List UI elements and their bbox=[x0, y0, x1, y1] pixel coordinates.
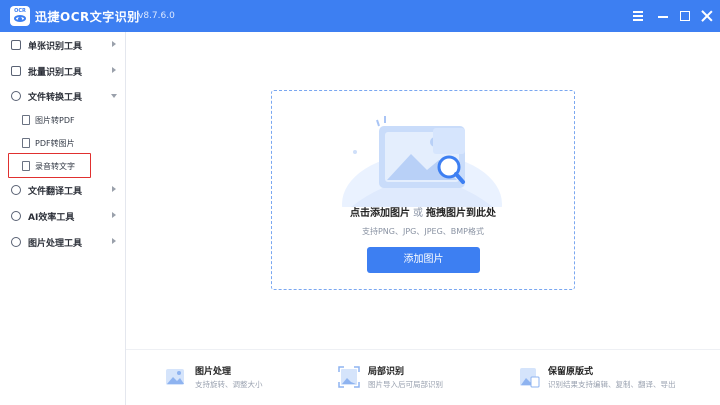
sidebar-subitem-label: PDF转图片 bbox=[35, 139, 75, 148]
chevron-right-icon bbox=[112, 186, 116, 192]
highlight-annotation-box bbox=[8, 153, 91, 178]
sidebar-item-image-process[interactable]: 图片处理工具 bbox=[0, 230, 125, 254]
sidebar-item-file-translate[interactable]: 文件翻译工具 bbox=[0, 178, 125, 202]
translate-icon bbox=[11, 185, 21, 195]
sidebar-item-label: 单张识别工具 bbox=[28, 42, 83, 52]
sidebar-subitem-image-to-pdf[interactable]: 图片转PDF bbox=[0, 109, 125, 131]
image-edit-icon bbox=[166, 369, 184, 385]
drag-drop-text: 拖拽图片到此处 bbox=[426, 208, 496, 219]
sidebar-item-batch-recognition[interactable]: 批量识别工具 bbox=[0, 59, 125, 83]
feature-desc: 图片导入后可局部识别 bbox=[368, 380, 443, 389]
feature-desc: 支持旋转、调整大小 bbox=[195, 380, 263, 389]
sidebar-item-file-convert[interactable]: 文件转换工具 bbox=[0, 84, 125, 108]
feature-title: 保留原版式 bbox=[548, 367, 594, 377]
sidebar-item-label: 文件翻译工具 bbox=[28, 187, 83, 197]
close-icon[interactable] bbox=[700, 9, 714, 23]
feature-title: 局部识别 bbox=[368, 367, 405, 377]
chevron-right-icon bbox=[112, 238, 116, 244]
supported-formats: 支持PNG、JPG、JPEG、BMP格式 bbox=[361, 227, 485, 236]
upload-illustration-icon bbox=[342, 116, 502, 207]
sidebar-item-label: 图片处理工具 bbox=[28, 239, 83, 249]
sidebar-item-single-recognition[interactable]: 单张识别工具 bbox=[0, 33, 125, 57]
feature-desc: 识别结果支持编辑、复制、翻译、导出 bbox=[548, 380, 676, 389]
image-process-icon bbox=[11, 237, 21, 247]
chevron-right-icon bbox=[112, 67, 116, 73]
menu-icon[interactable] bbox=[631, 9, 645, 23]
feature-divider bbox=[126, 349, 720, 350]
app-logo-icon: OCR bbox=[10, 6, 30, 26]
sidebar-subitem-label: 图片转PDF bbox=[35, 116, 75, 125]
click-add-text[interactable]: 点击添加图片 bbox=[350, 208, 410, 219]
or-text: 或 bbox=[413, 208, 423, 219]
sidebar-item-label: 文件转换工具 bbox=[28, 93, 83, 103]
minimize-icon[interactable] bbox=[656, 9, 670, 23]
chevron-right-icon bbox=[112, 41, 116, 47]
add-image-button[interactable]: 添加图片 bbox=[367, 247, 480, 273]
convert-icon bbox=[11, 91, 21, 101]
chevron-down-icon bbox=[111, 94, 117, 98]
sidebar-subitem-pdf-to-image[interactable]: PDF转图片 bbox=[0, 132, 125, 154]
title-bar: OCR 迅捷OCR文字识别 v8.7.6.0 bbox=[0, 0, 720, 32]
crop-scan-icon bbox=[338, 366, 360, 388]
logo-text: OCR bbox=[14, 8, 26, 14]
sidebar-item-label: 批量识别工具 bbox=[28, 68, 83, 78]
ai-icon bbox=[11, 211, 21, 221]
sidebar-item-ai-tools[interactable]: AI效率工具 bbox=[0, 204, 125, 228]
pdf-icon bbox=[22, 115, 30, 125]
single-doc-icon bbox=[11, 40, 21, 50]
app-title: 迅捷OCR文字识别 bbox=[35, 10, 140, 24]
upload-instructions: 点击添加图片或拖拽图片到此处 bbox=[271, 204, 575, 219]
image-icon bbox=[22, 138, 30, 148]
layout-keep-icon bbox=[520, 368, 540, 388]
chevron-right-icon bbox=[112, 212, 116, 218]
batch-doc-icon bbox=[11, 66, 21, 76]
feature-title: 图片处理 bbox=[195, 367, 232, 377]
sidebar-item-label: AI效率工具 bbox=[28, 213, 75, 223]
version-label: v8.7.6.0 bbox=[138, 11, 175, 21]
maximize-icon[interactable] bbox=[678, 9, 692, 23]
